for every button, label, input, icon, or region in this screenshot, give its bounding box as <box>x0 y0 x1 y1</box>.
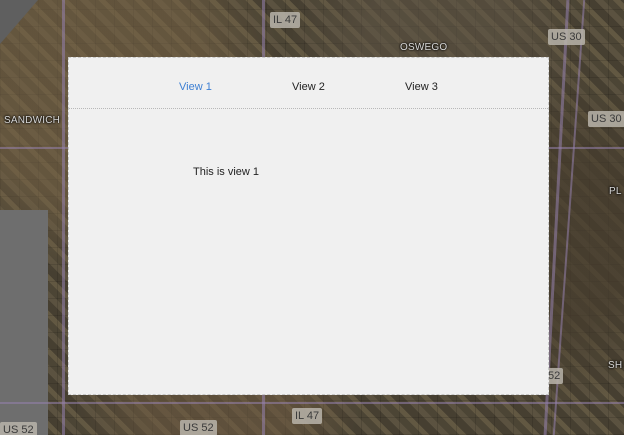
map-label-sh: SH <box>608 360 623 371</box>
map-label-us52-left: US 52 <box>0 422 37 435</box>
view-tabs: View 1 View 2 View 3 <box>69 58 548 109</box>
map-label-us30-top: US 30 <box>548 29 585 45</box>
map-label-us30-right: US 30 <box>588 111 624 127</box>
tab-view-3[interactable]: View 3 <box>405 80 438 94</box>
tab-view-1[interactable]: View 1 <box>179 80 212 94</box>
map-label-il47-top: IL 47 <box>270 12 301 28</box>
map-label-oswego: OSWEGO <box>400 42 448 53</box>
map-road <box>62 0 65 435</box>
map-road <box>0 402 624 404</box>
map-label-sandwich: SANDWICH <box>4 115 61 126</box>
map-label-us52-bottom: US 52 <box>180 420 217 435</box>
map-label-il47-bottom: IL 47 <box>292 408 323 424</box>
view-content-text: This is view 1 <box>193 166 260 178</box>
tab-view-2[interactable]: View 2 <box>292 80 325 94</box>
map-water-area <box>0 0 38 44</box>
view-panel: View 1 View 2 View 3 This is view 1 <box>68 57 549 395</box>
map-label-pl: PL <box>609 186 622 197</box>
